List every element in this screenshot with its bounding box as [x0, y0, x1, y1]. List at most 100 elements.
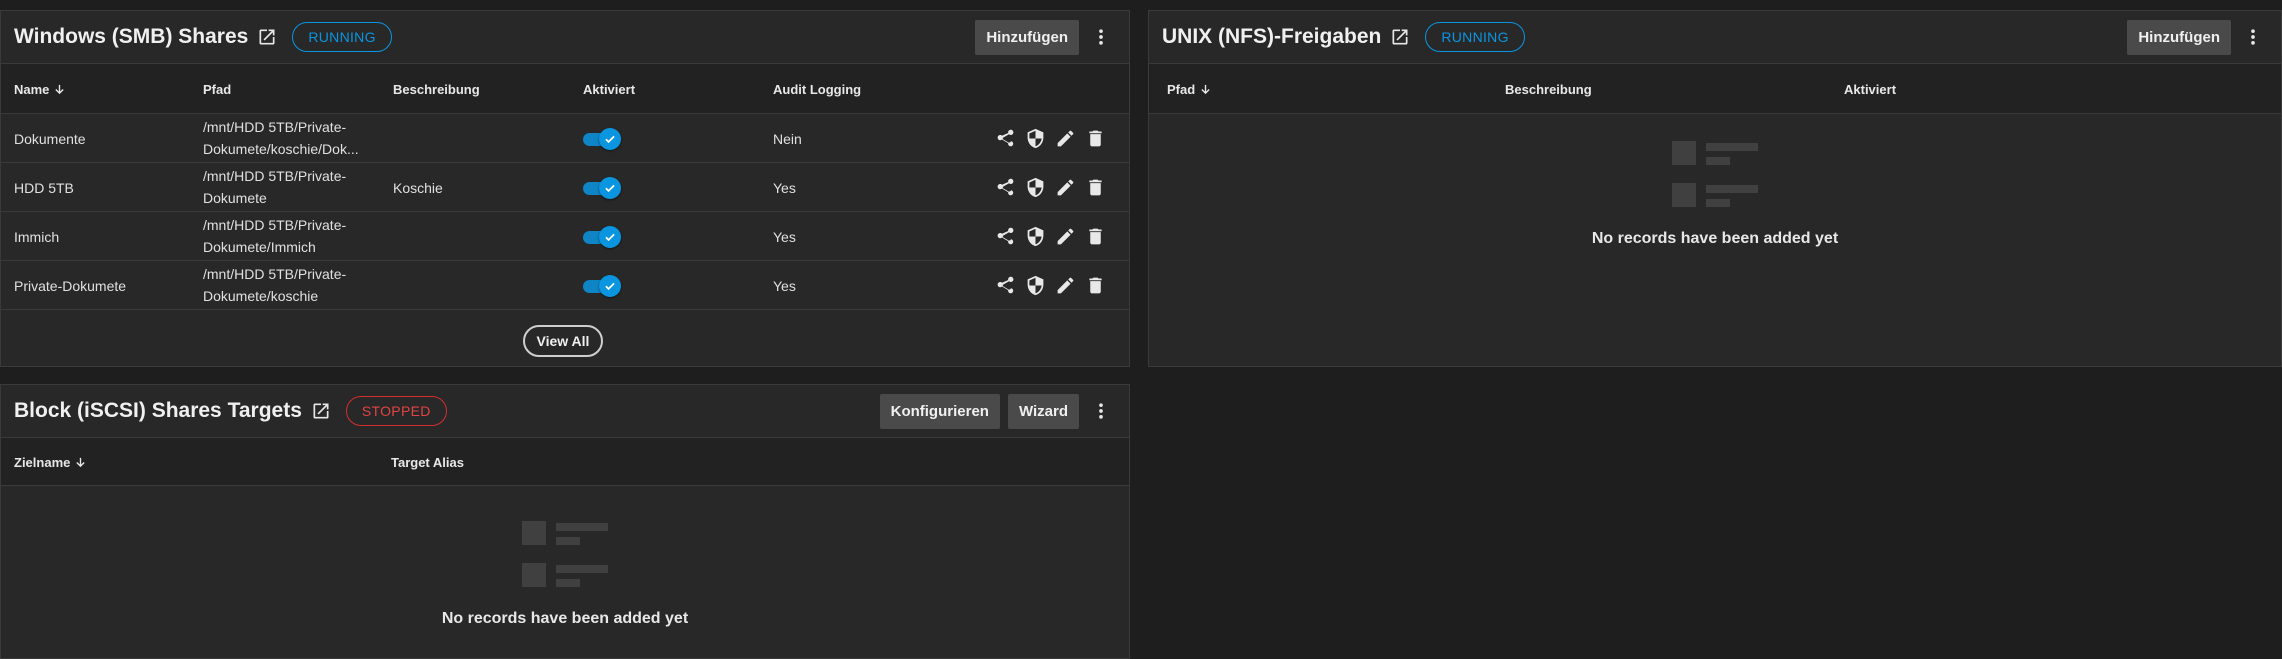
column-header-name[interactable]: Name [14, 64, 65, 114]
audit-logging-value: Yes [773, 228, 796, 245]
row-actions [986, 114, 1106, 163]
smb-table-header: Name Pfad Beschreibung Aktiviert Audit L… [1, 64, 1129, 114]
audit-logging-value: Nein [773, 130, 802, 147]
shield-icon[interactable] [1025, 226, 1046, 247]
check-icon [605, 233, 615, 242]
iscsi-empty-text: No records have been added yet [441, 610, 689, 627]
iscsi-empty-state: No records have been added yet [1, 521, 1129, 628]
pencil-icon[interactable] [1055, 177, 1076, 198]
share-path-line: /mnt/HDD 5TB/Private- [203, 119, 347, 135]
table-row[interactable]: Immich /mnt/HDD 5TB/Private- Dokumete/Im… [1, 212, 1129, 261]
share-path-line: Dokumete [203, 190, 267, 206]
iscsi-targets-card: Block (iSCSI) Shares Targets STOPPED Kon… [0, 384, 1130, 659]
trash-icon[interactable] [1085, 226, 1106, 247]
row-actions [986, 212, 1106, 261]
trash-icon[interactable] [1085, 275, 1106, 296]
shield-icon[interactable] [1025, 275, 1046, 296]
dots-vertical-icon [2251, 29, 2255, 45]
smb-status-badge: RUNNING [292, 22, 392, 52]
column-header-enabled[interactable]: Aktiviert [583, 64, 635, 114]
iscsi-card-title: Block (iSCSI) Shares Targets [14, 399, 302, 422]
view-all-button[interactable]: View All [523, 325, 603, 357]
nfs-shares-card: UNIX (NFS)-Freigaben RUNNING Hinzufügen … [1148, 10, 2282, 367]
trash-icon[interactable] [1085, 128, 1106, 149]
audit-logging-value: Yes [773, 179, 796, 196]
share-icon[interactable] [995, 275, 1016, 296]
smb-menu-button[interactable] [1086, 20, 1116, 55]
check-icon [605, 135, 615, 144]
smb-card-header: Windows (SMB) Shares RUNNING Hinzufügen [1, 11, 1129, 64]
iscsi-table-header: Zielname Target Alias [1, 438, 1129, 486]
shield-icon[interactable] [1025, 177, 1046, 198]
nfs-add-button[interactable]: Hinzufügen [2127, 19, 2231, 55]
share-description: Koschie [393, 179, 443, 196]
share-path: /mnt/HDD 5TB/Private- Dokumete/koschie [203, 261, 373, 310]
enabled-toggle[interactable] [583, 177, 621, 199]
enabled-toggle[interactable] [583, 128, 621, 150]
iscsi-menu-button[interactable] [1086, 394, 1116, 429]
enabled-toggle[interactable] [583, 275, 621, 297]
table-row[interactable]: HDD 5TB /mnt/HDD 5TB/Private- Dokumete K… [1, 163, 1129, 212]
column-header-description[interactable]: Beschreibung [1505, 64, 1592, 114]
list-placeholder-icon [522, 521, 608, 596]
column-header-description[interactable]: Beschreibung [393, 64, 480, 114]
share-path-line: Dokumete/koschie [203, 288, 319, 304]
table-row[interactable]: Private-Dokumete /mnt/HDD 5TB/Private- D… [1, 261, 1129, 310]
share-name: Immich [14, 228, 60, 245]
smb-add-button[interactable]: Hinzufügen [975, 19, 1079, 55]
column-header-audit-logging[interactable]: Audit Logging [773, 64, 861, 114]
open-in-new-icon[interactable] [257, 27, 279, 49]
nfs-empty-text: No records have been added yet [1591, 230, 1839, 247]
pencil-icon[interactable] [1055, 128, 1076, 149]
trash-icon[interactable] [1085, 177, 1106, 198]
check-icon [605, 184, 615, 193]
nfs-card-title: UNIX (NFS)-Freigaben [1162, 25, 1382, 48]
nfs-status-badge: RUNNING [1425, 22, 1525, 52]
share-name: Private-Dokumete [14, 277, 127, 294]
share-path-line: /mnt/HDD 5TB/Private- [203, 168, 347, 184]
pencil-icon[interactable] [1055, 226, 1076, 247]
iscsi-configure-button[interactable]: Konfigurieren [879, 393, 1000, 429]
column-header-path[interactable]: Pfad [1167, 64, 1211, 114]
pencil-icon[interactable] [1055, 275, 1076, 296]
column-header-target-alias[interactable]: Target Alias [391, 438, 464, 486]
nfs-card-header: UNIX (NFS)-Freigaben RUNNING Hinzufügen [1149, 11, 2281, 64]
nfs-menu-button[interactable] [2238, 20, 2268, 55]
row-actions [986, 261, 1106, 310]
arrow-down-icon [54, 84, 65, 95]
column-header-path-label: Pfad [1167, 81, 1196, 97]
table-row[interactable]: Dokumente /mnt/HDD 5TB/Private- Dokumete… [1, 114, 1129, 163]
open-in-new-icon[interactable] [1390, 27, 1412, 49]
column-header-target-name[interactable]: Zielname [14, 438, 86, 486]
iscsi-wizard-button[interactable]: Wizard [1007, 393, 1079, 429]
column-header-enabled[interactable]: Aktiviert [1844, 64, 1896, 114]
check-icon [605, 282, 615, 291]
smb-shares-card: Windows (SMB) Shares RUNNING Hinzufügen … [0, 10, 1130, 367]
dots-vertical-icon [1099, 29, 1103, 45]
nfs-table-header: Pfad Beschreibung Aktiviert [1149, 64, 2281, 114]
dots-vertical-icon [1099, 403, 1103, 419]
arrow-down-icon [75, 457, 86, 468]
enabled-toggle[interactable] [583, 226, 621, 248]
column-header-name-label: Name [14, 81, 50, 97]
share-icon[interactable] [995, 128, 1016, 149]
open-in-new-icon[interactable] [311, 401, 333, 423]
share-icon[interactable] [995, 177, 1016, 198]
share-icon[interactable] [995, 226, 1016, 247]
share-name: HDD 5TB [14, 179, 74, 196]
list-placeholder-icon [1672, 141, 1758, 216]
share-path-line: /mnt/HDD 5TB/Private- [203, 266, 347, 282]
audit-logging-value: Yes [773, 277, 796, 294]
column-header-target-name-label: Zielname [14, 454, 71, 470]
column-header-path[interactable]: Pfad [203, 64, 231, 114]
shield-icon[interactable] [1025, 128, 1046, 149]
arrow-down-icon [1200, 84, 1211, 95]
nfs-empty-state: No records have been added yet [1149, 141, 2281, 248]
share-path: /mnt/HDD 5TB/Private- Dokumete/koschie/D… [203, 114, 373, 163]
share-path-line: Dokumete/Immich [203, 239, 316, 255]
share-path: /mnt/HDD 5TB/Private- Dokumete/Immich [203, 212, 373, 261]
share-path: /mnt/HDD 5TB/Private- Dokumete [203, 163, 373, 212]
smb-card-title: Windows (SMB) Shares [14, 25, 249, 48]
share-path-line: Dokumete/koschie/Dok... [203, 141, 359, 157]
row-actions [986, 163, 1106, 212]
